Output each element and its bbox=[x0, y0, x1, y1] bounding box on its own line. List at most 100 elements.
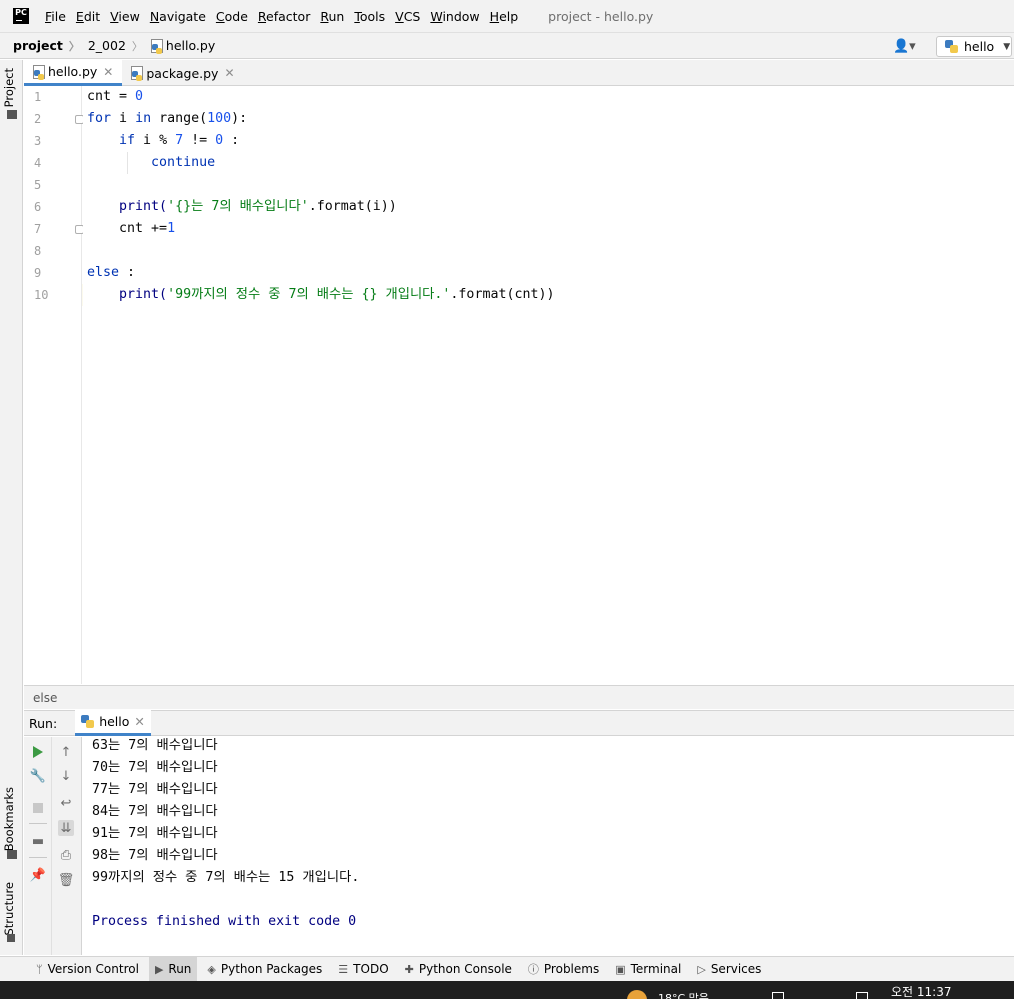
arrow-up-icon[interactable]: ↑ bbox=[58, 744, 74, 760]
bookmark-icon bbox=[7, 850, 17, 859]
code-token: i % bbox=[135, 133, 176, 148]
code-line: print('{}는 7의 배수입니다'.format(i)) bbox=[87, 196, 397, 218]
bookmarks-tool-tab[interactable]: Bookmarks bbox=[2, 787, 16, 851]
trash-icon[interactable]: 🗑 bbox=[58, 872, 75, 888]
menu-tools[interactable]: Tools bbox=[354, 9, 385, 24]
run-tab-hello[interactable]: hello ✕ bbox=[75, 710, 151, 736]
terminal-tab[interactable]: ▣ Terminal bbox=[609, 957, 687, 982]
line-number: 4 bbox=[34, 156, 42, 170]
code-token: .format(cnt)) bbox=[450, 287, 555, 302]
line-number: 1 bbox=[34, 90, 42, 104]
run-configuration-select[interactable]: hello ▼ bbox=[936, 36, 1012, 57]
tab-hello-py[interactable]: hello.py ✕ bbox=[24, 60, 123, 86]
structure-tool-tab[interactable]: Structure bbox=[2, 882, 16, 936]
window-title: project - hello.py bbox=[548, 8, 654, 24]
structure-icon bbox=[7, 934, 15, 942]
menu-vcs[interactable]: VCS bbox=[395, 9, 420, 24]
breadcrumb-file[interactable]: hello.py bbox=[150, 38, 215, 54]
run-toolbar-secondary: ↑ ↓ ↩ ⇊ ⎙ 🗑 bbox=[52, 737, 82, 955]
menu-code[interactable]: Code bbox=[216, 9, 248, 24]
menu-refactor[interactable]: Refactor bbox=[258, 9, 310, 24]
menu-file[interactable]: File bbox=[45, 9, 66, 24]
line-number: 3 bbox=[34, 134, 42, 148]
run-toolbar-primary: 🔧 ▬ 📌 bbox=[24, 737, 52, 955]
code-token: 100 bbox=[207, 111, 232, 126]
console-line: 98는 7의 배수입니다 bbox=[92, 848, 218, 863]
user-account-icon[interactable]: 👤▾ bbox=[893, 39, 916, 54]
print-icon[interactable]: ⎙ bbox=[58, 847, 74, 863]
services-icon: ▷ bbox=[697, 962, 706, 976]
line-number: 10 bbox=[34, 288, 49, 302]
services-tab[interactable]: ▷ Services bbox=[691, 957, 767, 982]
menu-view[interactable]: View bbox=[110, 9, 140, 24]
python-console-tab[interactable]: ✚ Python Console bbox=[399, 957, 518, 982]
branch-icon: ᛘ bbox=[36, 962, 43, 976]
console-line: 63는 7의 배수입니다 bbox=[92, 738, 218, 753]
python-icon: ✚ bbox=[404, 962, 414, 976]
line-number: 6 bbox=[34, 200, 42, 214]
chevron-right-icon: 〉 bbox=[68, 39, 80, 53]
editor-breadcrumb[interactable]: else bbox=[24, 685, 1014, 709]
wrench-icon[interactable]: 🔧 bbox=[30, 768, 46, 784]
python-icon bbox=[945, 40, 958, 53]
weather-icon[interactable] bbox=[627, 990, 647, 999]
stop-icon[interactable] bbox=[30, 800, 46, 816]
code-line: cnt = 0 bbox=[87, 86, 143, 108]
line-number: 5 bbox=[34, 178, 42, 192]
run-tool-tab[interactable]: ▶ Run bbox=[148, 956, 198, 982]
code-token: : bbox=[223, 133, 240, 148]
soft-wrap-icon[interactable]: ↩ bbox=[58, 795, 74, 811]
chevron-down-icon: ▼ bbox=[1003, 41, 1011, 52]
version-control-tab[interactable]: ᛘ Version Control bbox=[30, 957, 145, 982]
terminal-icon: ▣ bbox=[615, 962, 626, 976]
indent-guide bbox=[127, 152, 128, 174]
console-line: 77는 7의 배수입니다 bbox=[92, 782, 218, 797]
ime-icon[interactable] bbox=[856, 992, 868, 999]
close-icon[interactable]: ✕ bbox=[224, 66, 234, 80]
python-icon bbox=[81, 715, 95, 728]
close-icon[interactable]: ✕ bbox=[103, 65, 113, 79]
rerun-icon[interactable] bbox=[30, 744, 46, 760]
menu-edit[interactable]: Edit bbox=[76, 9, 100, 24]
menu-help[interactable]: Help bbox=[490, 9, 519, 24]
layout-icon[interactable]: ▬ bbox=[30, 833, 46, 849]
code-line: else : bbox=[87, 262, 135, 284]
code-token: != bbox=[183, 133, 216, 148]
editor-tab-bar: hello.py ✕ package.py ✕ bbox=[24, 60, 1014, 86]
weather-label: 18°C 맑음 bbox=[658, 992, 709, 999]
code-editor[interactable]: cnt = 0 for i in range(100): if i % 7 != … bbox=[83, 86, 1014, 684]
breadcrumb-project[interactable]: project 〉 bbox=[13, 38, 80, 54]
bottom-tool-bar: ᛘ Version Control ▶ Run ◈ Python Packages ☰… bbox=[0, 956, 1014, 982]
os-taskbar: 18°C 맑음 오전 11:37 bbox=[0, 981, 1014, 999]
code-token: ): bbox=[231, 111, 248, 126]
code-token: continue bbox=[151, 155, 216, 170]
run-icon: ▶ bbox=[154, 962, 164, 976]
python-packages-tab[interactable]: ◈ Python Packages bbox=[201, 957, 328, 982]
menu-navigate[interactable]: Navigate bbox=[150, 9, 206, 24]
process-finished-line: Process finished with exit code 0 bbox=[92, 914, 357, 929]
project-tool-tab[interactable]: Project bbox=[2, 68, 16, 107]
scroll-to-end-icon[interactable]: ⇊ bbox=[58, 820, 74, 836]
network-icon[interactable] bbox=[772, 992, 784, 999]
pin-icon[interactable]: 📌 bbox=[30, 867, 46, 883]
arrow-down-icon[interactable]: ↓ bbox=[58, 768, 74, 784]
separator bbox=[29, 823, 47, 824]
code-token: '{}는 7의 배수입니다' bbox=[167, 199, 309, 214]
todo-tab[interactable]: ☰ TODO bbox=[332, 957, 394, 982]
separator bbox=[29, 857, 47, 858]
tab-package-py[interactable]: package.py ✕ bbox=[122, 60, 243, 86]
python-file-icon bbox=[33, 64, 45, 80]
menu-run[interactable]: Run bbox=[320, 9, 344, 24]
tab-label: package.py bbox=[146, 65, 219, 81]
menu-bar: PC File Edit View Navigate Code Refactor… bbox=[0, 0, 1014, 32]
run-console-output[interactable]: 63는 7의 배수입니다 70는 7의 배수입니다 77는 7의 배수입니다 8… bbox=[83, 737, 1014, 955]
code-token: cnt = bbox=[87, 89, 136, 104]
code-line: continue bbox=[87, 152, 215, 174]
menu-window[interactable]: Window bbox=[430, 9, 479, 24]
close-icon[interactable]: ✕ bbox=[134, 714, 144, 729]
problems-tab[interactable]: ⓘ Problems bbox=[522, 957, 605, 982]
breadcrumb-folder[interactable]: 2_002 〉 bbox=[88, 38, 143, 54]
code-line: if i % 7 != 0 : bbox=[87, 130, 239, 152]
